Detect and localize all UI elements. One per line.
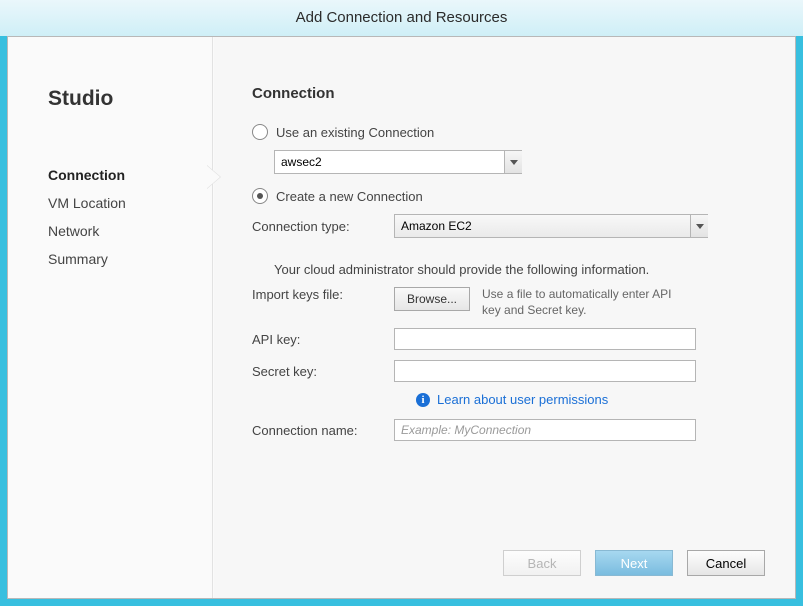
info-icon: i (416, 393, 430, 407)
use-existing-option[interactable]: Use an existing Connection (252, 124, 757, 140)
step-summary[interactable]: Summary (48, 245, 212, 273)
create-new-label: Create a new Connection (276, 189, 423, 204)
import-keys-row: Import keys file: Browse... Use a file t… (252, 287, 757, 318)
step-network[interactable]: Network (48, 217, 212, 245)
connection-type-dropdown[interactable]: Amazon EC2 (394, 214, 708, 238)
existing-connection-dropdown[interactable]: awsec2 (274, 150, 522, 174)
step-vm-location[interactable]: VM Location (48, 189, 212, 217)
wizard-window: Studio Connection VM Location Network Su… (7, 36, 796, 599)
api-key-row: API key: (252, 328, 757, 350)
connection-name-label: Connection name: (252, 423, 394, 438)
active-step-pointer-icon (206, 165, 220, 189)
connection-type-row: Connection type: Amazon EC2 (252, 214, 757, 238)
connection-type-value: Amazon EC2 (401, 219, 472, 233)
existing-connection-row: awsec2 (274, 150, 757, 174)
import-keys-label: Import keys file: (252, 287, 394, 302)
permissions-link-row: i Learn about user permissions (416, 392, 757, 407)
wizard-footer: Back Next Cancel (503, 550, 765, 576)
connection-name-row: Connection name: (252, 419, 757, 441)
content-pane: Connection Use an existing Connection aw… (214, 37, 795, 598)
sidebar: Studio Connection VM Location Network Su… (8, 37, 213, 598)
connection-name-input[interactable] (394, 419, 696, 441)
browse-button[interactable]: Browse... (394, 287, 470, 311)
existing-connection-value: awsec2 (281, 155, 322, 169)
secret-key-input[interactable] (394, 360, 696, 382)
page-heading: Connection (252, 85, 757, 102)
api-key-input[interactable] (394, 328, 696, 350)
step-connection[interactable]: Connection (48, 161, 212, 189)
connection-type-label: Connection type: (252, 219, 394, 234)
secret-key-row: Secret key: (252, 360, 757, 382)
create-new-option[interactable]: Create a new Connection (252, 188, 757, 204)
radio-icon[interactable] (252, 188, 268, 204)
chevron-down-icon[interactable] (690, 215, 708, 237)
wizard-steps: Connection VM Location Network Summary (48, 161, 212, 273)
secret-key-label: Secret key: (252, 364, 394, 379)
back-button[interactable]: Back (503, 550, 581, 576)
next-button[interactable]: Next (595, 550, 673, 576)
admin-note: Your cloud administrator should provide … (274, 262, 757, 277)
app-name: Studio (48, 87, 212, 111)
window-title: Add Connection and Resources (0, 0, 803, 36)
cancel-button[interactable]: Cancel (687, 550, 765, 576)
api-key-label: API key: (252, 332, 394, 347)
permissions-link[interactable]: Learn about user permissions (437, 392, 608, 407)
chevron-down-icon[interactable] (504, 151, 522, 173)
use-existing-label: Use an existing Connection (276, 125, 434, 140)
import-keys-hint: Use a file to automatically enter API ke… (482, 287, 672, 318)
radio-icon[interactable] (252, 124, 268, 140)
